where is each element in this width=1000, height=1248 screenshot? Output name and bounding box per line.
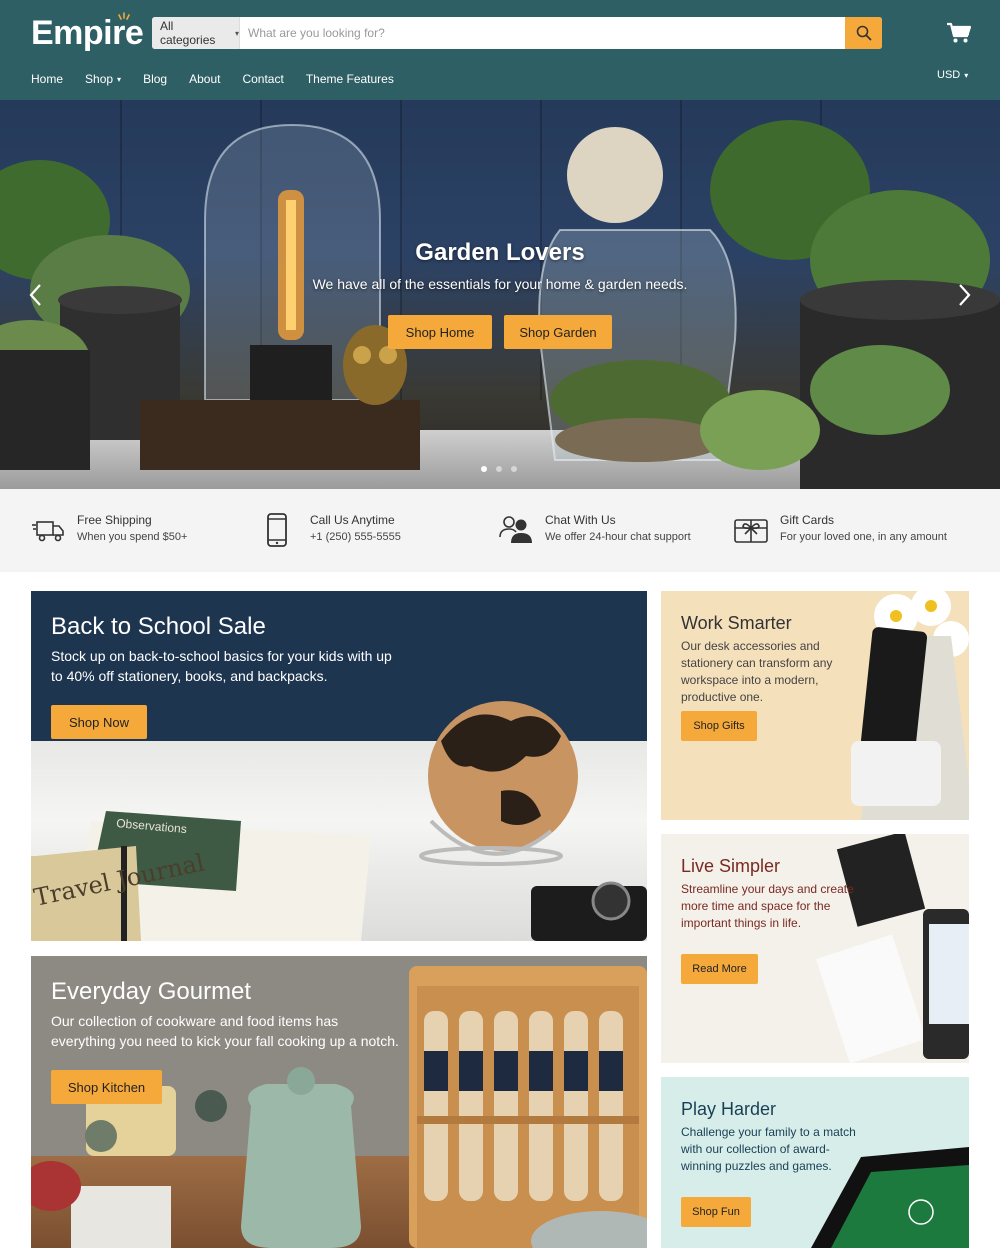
shop-garden-button[interactable]: Shop Garden	[504, 315, 612, 349]
slide-dots	[481, 466, 517, 472]
chevron-down-icon: ▾	[964, 70, 969, 80]
search-input[interactable]	[240, 17, 845, 49]
search-icon	[856, 25, 871, 41]
nav-about-label: About	[189, 72, 221, 86]
feature-text: For your loved one, in any amount	[780, 531, 947, 543]
category-select-value: All categories	[160, 19, 216, 47]
shop-fun-button[interactable]: Shop Fun	[681, 1197, 751, 1227]
feature-title: Free Shipping	[77, 513, 152, 527]
slide-dot-3[interactable]	[511, 466, 517, 472]
search-button[interactable]	[845, 17, 882, 49]
cart-icon[interactable]	[946, 22, 972, 44]
nav-shop[interactable]: Shop ▾	[85, 72, 121, 86]
nav-theme-features[interactable]: Theme Features	[306, 72, 394, 86]
feature-free-shipping: Free Shipping When you spend $50+	[31, 513, 187, 547]
feature-text: When you spend $50+	[77, 531, 188, 543]
nav-shop-label: Shop	[85, 72, 114, 86]
promo-text: Our desk accessories and stationery can …	[681, 639, 833, 704]
promo-title: Live Simpler	[681, 856, 781, 876]
phone-icon	[267, 513, 287, 547]
promo-everyday-gourmet[interactable]: Everyday Gourmet Our collection of cookw…	[31, 956, 647, 1248]
chevron-down-icon: ▾	[234, 28, 239, 38]
currency-selector[interactable]: USD ▾	[937, 69, 968, 81]
read-more-button[interactable]: Read More	[681, 954, 758, 984]
feature-chat: Chat With Us We offer 24-hour chat suppo…	[499, 513, 691, 547]
hero-subtitle: We have all of the essentials for your h…	[312, 276, 688, 292]
nav-contact-label: Contact	[242, 72, 284, 86]
shop-gifts-button[interactable]: Shop Gifts	[681, 711, 757, 741]
nav-blog[interactable]: Blog	[143, 72, 167, 86]
site-header: Empire All categories ▾ Home Shop▾ Blog …	[0, 0, 1000, 100]
feature-call-us: Call Us Anytime +1 (250) 555-5555	[264, 513, 401, 547]
slide-dot-1[interactable]	[481, 466, 487, 472]
promo-work-smarter[interactable]: Work Smarter Our desk accessories and st…	[661, 591, 969, 820]
feature-title: Call Us Anytime	[310, 513, 395, 527]
promo-text: Stock up on back-to-school basics for yo…	[51, 648, 392, 684]
chat-users-icon	[499, 516, 532, 543]
feature-title: Gift Cards	[780, 513, 835, 527]
back-to-school-image: Observations Travel Journal	[31, 701, 647, 941]
nav-theme-features-label: Theme Features	[305, 72, 394, 86]
feature-text: +1 (250) 555-5555	[310, 531, 401, 543]
chevron-down-icon: ▾	[117, 74, 122, 84]
feature-text: We offer 24-hour chat support	[545, 531, 691, 543]
chevron-left-icon[interactable]	[26, 282, 46, 308]
promo-play-harder[interactable]: Play Harder Challenge your family to a m…	[661, 1077, 969, 1248]
main-nav: Home Shop ▾ Blog About Contact Theme Feat…	[31, 72, 416, 86]
chevron-right-icon[interactable]	[954, 282, 974, 308]
promo-text: Our collection of cookware and food item…	[51, 1013, 399, 1049]
hero-image	[0, 120, 1000, 489]
promo-text: Challenge your family to a match with ou…	[681, 1125, 856, 1173]
shop-kitchen-button[interactable]: Shop Kitchen	[51, 1070, 162, 1104]
promo-text: Streamline your days and create more tim…	[681, 882, 854, 930]
promo-title: Play Harder	[681, 1099, 777, 1119]
nav-home[interactable]: Home	[31, 72, 63, 86]
promo-back-to-school[interactable]: Observations Travel Journal Back to Scho…	[31, 591, 647, 941]
features-bar: Free Shipping When you spend $50+ Call U…	[0, 489, 1000, 572]
promo-live-simpler[interactable]: Live Simpler Streamline your days and cr…	[661, 834, 969, 1063]
category-select[interactable]: All categories ▾	[152, 17, 240, 49]
hero-slideshow: Garden Lovers We have all of the essenti…	[0, 100, 1000, 489]
slide-dot-2[interactable]	[496, 466, 502, 472]
feature-gift-cards: Gift Cards For your loved one, in any am…	[734, 513, 947, 547]
shop-now-button[interactable]: Shop Now	[51, 705, 147, 739]
promo-title: Work Smarter	[681, 613, 792, 633]
nav-about[interactable]: About	[189, 72, 220, 86]
truck-icon	[32, 521, 64, 542]
shop-home-button[interactable]: Shop Home	[388, 315, 492, 349]
hero-title: Garden Lovers	[415, 239, 585, 266]
promo-title: Back to School Sale	[51, 613, 266, 640]
promo-title: Everyday Gourmet	[51, 978, 252, 1005]
logo-spark-icon	[118, 12, 130, 20]
search-bar: All categories ▾	[152, 17, 882, 49]
nav-blog-label: Blog	[143, 72, 168, 86]
hero-buttons: Shop Home Shop Garden	[388, 315, 612, 349]
feature-title: Chat With Us	[545, 513, 616, 527]
currency-value: USD	[937, 69, 961, 81]
gift-card-icon	[734, 519, 768, 543]
nav-home-label: Home	[31, 72, 64, 86]
nav-contact[interactable]: Contact	[242, 72, 283, 86]
